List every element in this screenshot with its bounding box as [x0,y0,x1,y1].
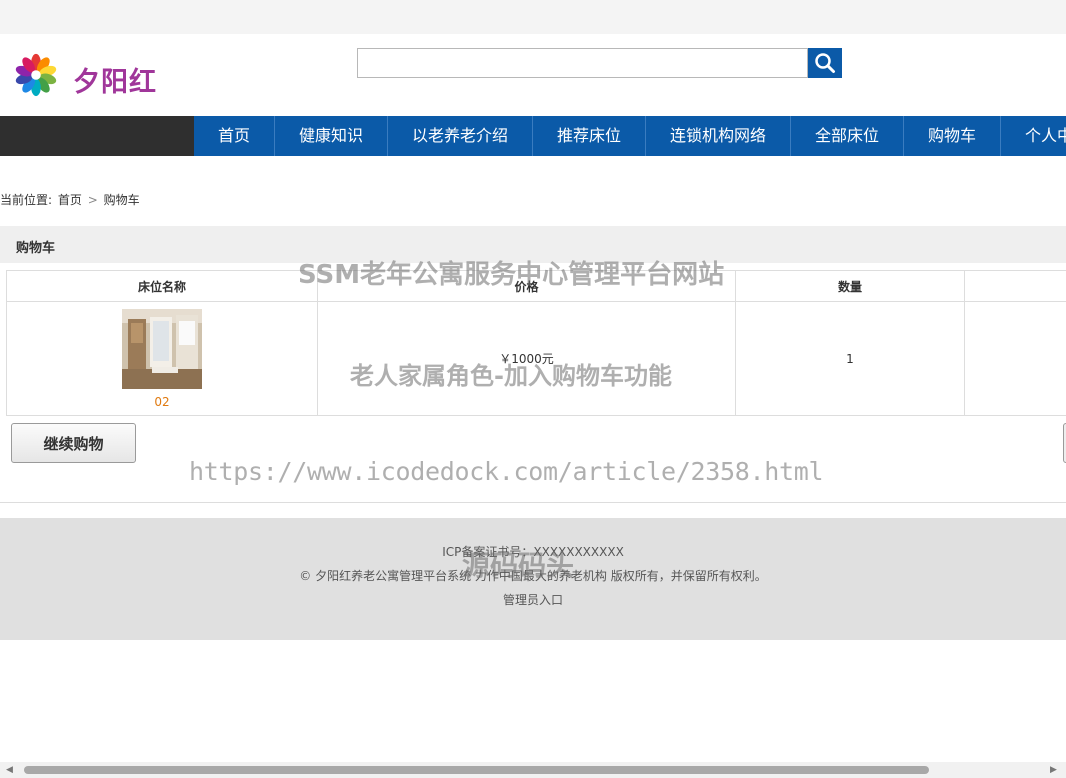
content-divider [0,502,1066,503]
scrollbar-thumb[interactable] [24,766,929,774]
table-row: 02 ￥1000元 1 [6,301,1066,416]
continue-shopping-button[interactable]: 继续购物 [11,423,136,463]
scroll-left-arrow-icon[interactable]: ◀ [6,765,13,775]
cart-table-header: 床位名称 价格 数量 [6,270,1066,302]
cart-item-cell: 02 [6,301,318,416]
cart-section-header: 购物车 [0,226,1066,263]
cart-table: 床位名称 价格 数量 02 ￥1000元 1 [6,270,1066,416]
flower-logo-icon [15,53,57,97]
nav-item-elderly-care-intro[interactable]: 以老养老介绍 [388,116,533,156]
site-name: 夕阳红 [73,67,157,98]
nav-item-home[interactable]: 首页 [194,116,275,156]
column-price: 价格 [317,270,736,302]
main-nav: 首页 健康知识 以老养老介绍 推荐床位 连锁机构网络 全部床位 购物车 个人中心 [194,116,1066,156]
browser-top-strip [0,0,1066,34]
breadcrumb: 当前位置: 首页 > 购物车 [0,191,142,208]
site-header: 夕阳红 [0,34,1066,116]
nav-item-health-knowledge[interactable]: 健康知识 [275,116,388,156]
search-button[interactable] [808,48,842,78]
horizontal-scrollbar[interactable]: ◀ ▶ [0,762,1066,778]
cart-item-price: ￥1000元 [317,301,736,416]
footer-admin-link[interactable]: 管理员入口 [0,591,1066,608]
breadcrumb-prefix: 当前位置: [0,193,53,207]
column-actions [964,270,1066,302]
nav-item-personal-center[interactable]: 个人中心 [1001,116,1066,156]
cart-item-quantity: 1 [735,301,965,416]
bed-room-image[interactable] [122,308,202,389]
breadcrumb-separator: > [87,193,98,207]
site-footer: ICP备案证书号：XXXXXXXXXXX © 夕阳红养老公寓管理平台系统 力作中… [0,518,1066,640]
column-bed-name: 床位名称 [6,270,318,302]
nav-left-spacer [0,116,194,156]
nav-item-chain-network[interactable]: 连锁机构网络 [646,116,791,156]
nav-item-all-beds[interactable]: 全部床位 [791,116,904,156]
nav-item-cart[interactable]: 购物车 [904,116,1001,156]
cart-item-actions [964,301,1066,416]
cart-item-name[interactable]: 02 [8,395,316,409]
search-icon [815,53,835,73]
scroll-right-arrow-icon[interactable]: ▶ [1050,765,1057,775]
watermark-url: https://www.icodedock.com/article/2358.h… [189,457,824,486]
breadcrumb-current: 购物车 [103,193,140,207]
breadcrumb-home-link[interactable]: 首页 [58,193,82,207]
search-input[interactable] [357,48,808,78]
cart-title: 购物车 [16,241,56,256]
nav-item-recommended-beds[interactable]: 推荐床位 [533,116,646,156]
column-quantity: 数量 [735,270,965,302]
footer-icp: ICP备案证书号：XXXXXXXXXXX [442,545,624,559]
footer-copyright: © 夕阳红养老公寓管理平台系统 力作中国最大的养老机构 版权所有，并保留所有权利… [299,569,767,583]
